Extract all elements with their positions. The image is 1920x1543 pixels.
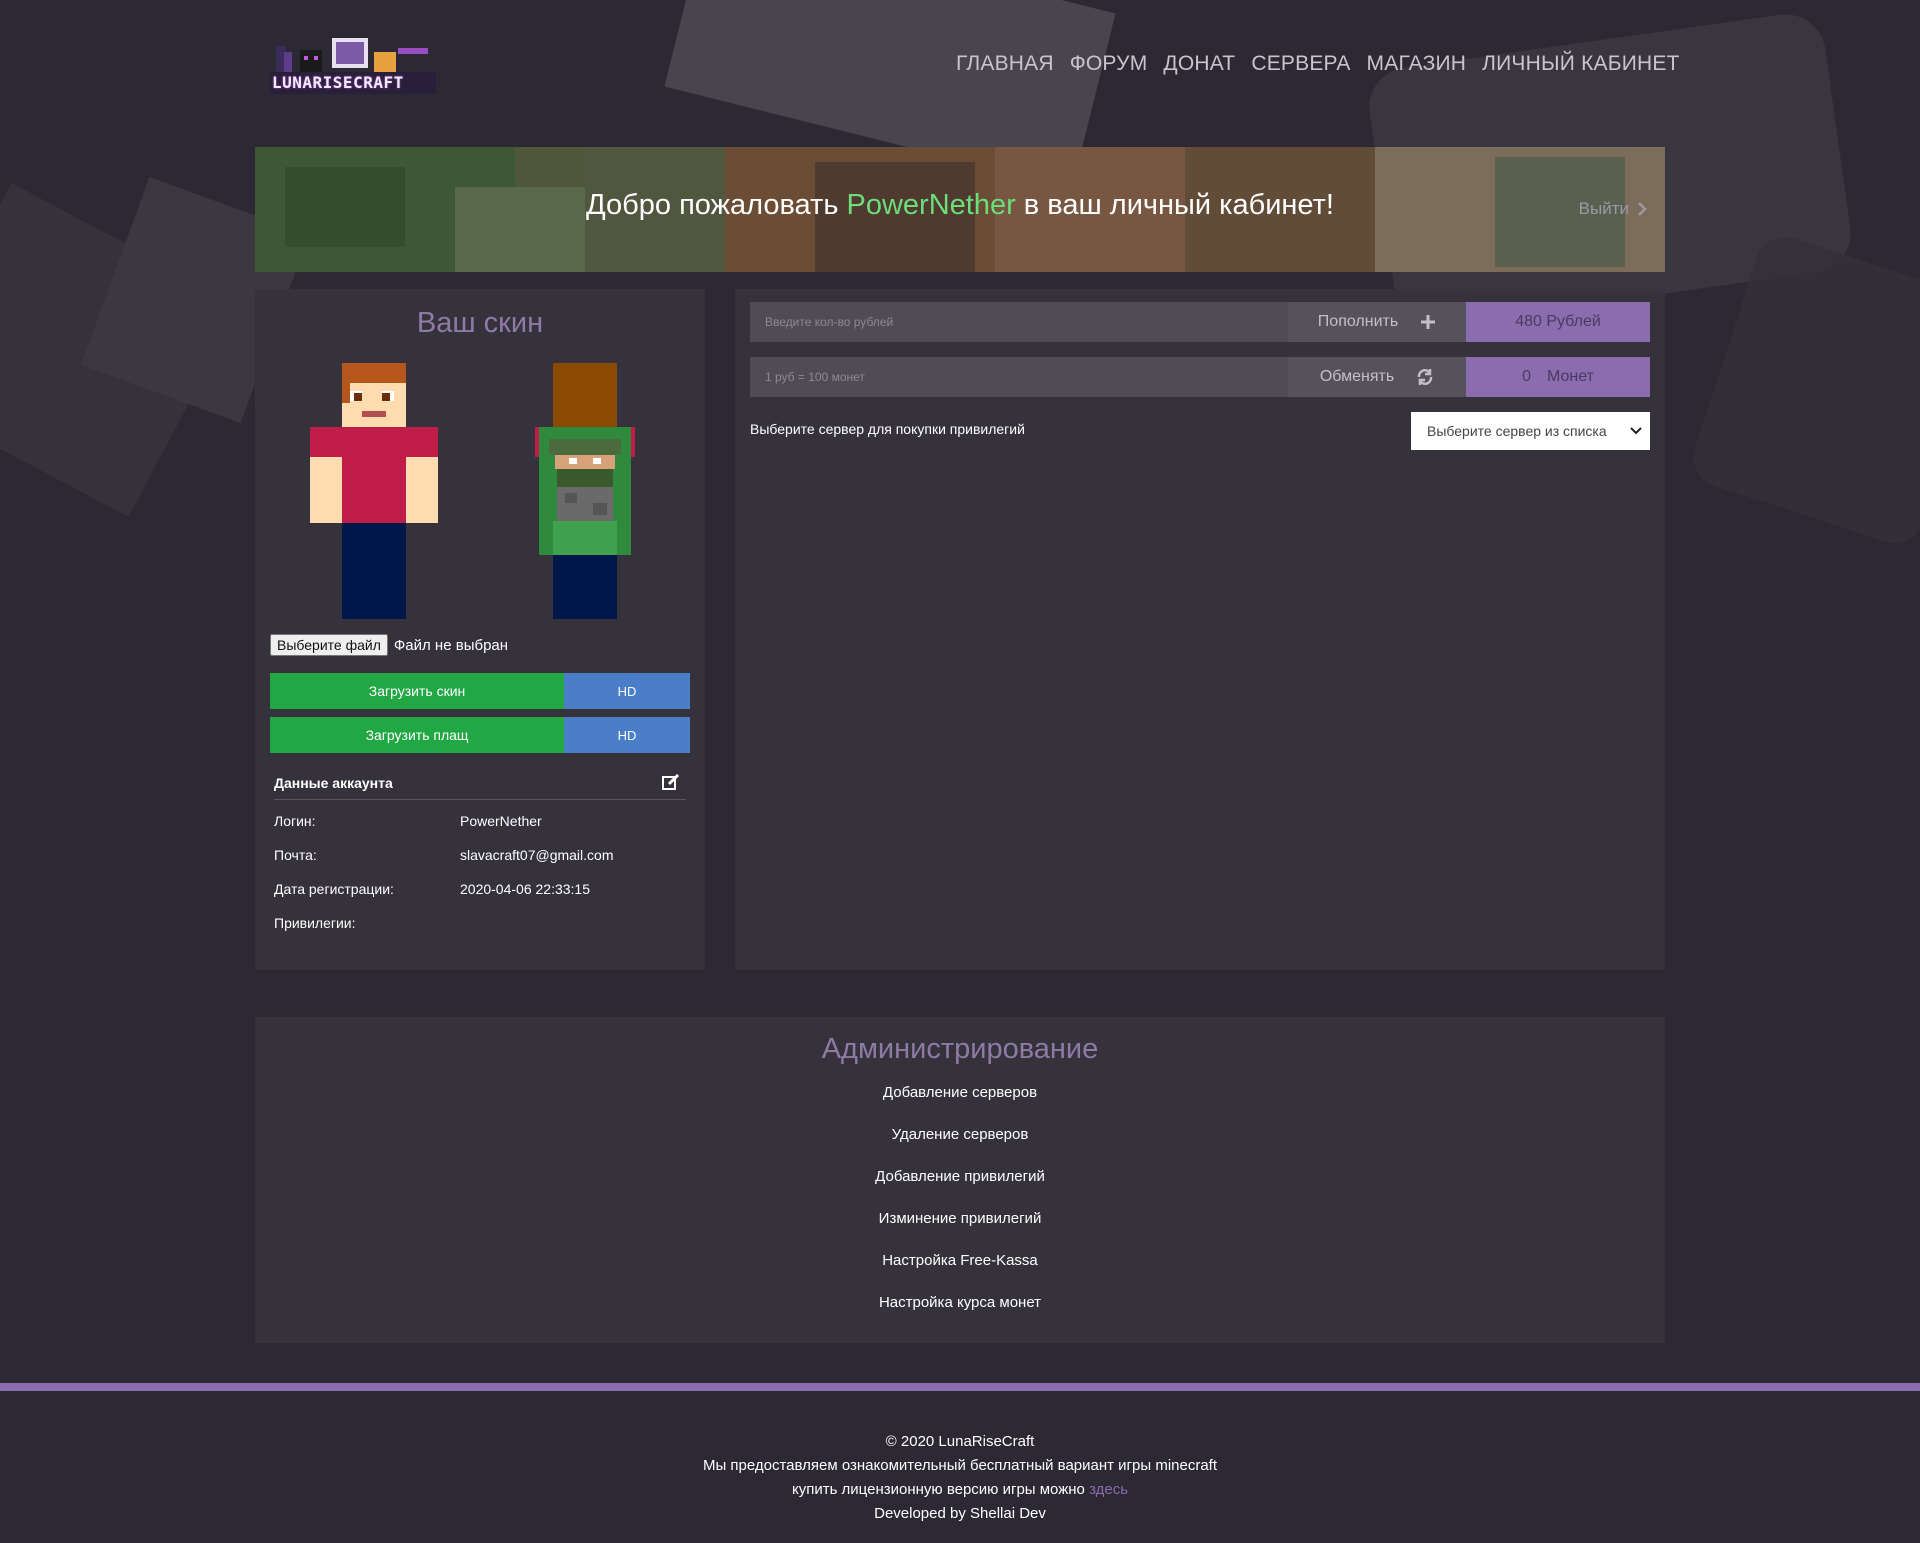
welcome-username: PowerNether — [846, 189, 1016, 221]
account-key: Логин: — [274, 813, 316, 829]
footer-line-2-text: купить лицензионную версию игры можно — [791, 1481, 1085, 1498]
account-value: 2020-04-06 22:33:15 — [460, 881, 590, 897]
background-shape — [1685, 229, 1920, 551]
footer-line-2: купить лицензионную версию игры можно зд… — [0, 1481, 1920, 1498]
logout-label: Выйти — [1578, 199, 1629, 218]
account-value: PowerNether — [460, 813, 542, 829]
skin-title: Ваш скин — [416, 307, 544, 339]
exchange-button[interactable]: Обменять — [1288, 357, 1466, 397]
nav-cabinet[interactable]: ЛИЧНЫЙ КАБИНЕТ — [1482, 52, 1679, 76]
nav-home[interactable]: ГЛАВНАЯ — [956, 52, 1054, 76]
account-row-login: Логин: PowerNether — [274, 813, 542, 829]
account-key: Привилегии: — [274, 915, 356, 931]
account-row-email: Почта: slavacraft07@gmail.com — [274, 847, 614, 863]
nav-servers[interactable]: СЕРВЕРА — [1251, 52, 1350, 76]
server-select-label: Выберите сервер для покупки привилегий — [750, 421, 1025, 437]
rubles-balance: 480 Рублей — [1466, 302, 1650, 342]
footer-divider — [0, 1383, 1920, 1391]
admin-link-edit-privileges[interactable]: Изминение привилегий — [255, 1210, 1665, 1227]
admin-link-freekassa[interactable]: Настройка Free-Kassa — [255, 1252, 1665, 1269]
upload-skin-hd-button[interactable]: HD — [564, 673, 690, 709]
upload-skin-row: Загрузить скин HD — [270, 673, 690, 709]
skin-back-preview — [535, 363, 635, 619]
balance-panel: Введите кол-во рублей Пополнить 480 Рубл… — [735, 289, 1665, 970]
admin-title: Администрирование — [821, 1033, 1099, 1065]
logout-link[interactable]: Выйти — [1579, 199, 1647, 219]
footer-developer-link[interactable]: Developed by Shellai Dev — [0, 1505, 1920, 1522]
upload-cloak-button[interactable]: Загрузить плащ — [270, 717, 564, 753]
topup-label: Пополнить — [1317, 313, 1399, 330]
skin-panel: Ваш скин Выберите файл Файл не выбран За… — [255, 289, 705, 970]
edit-icon[interactable] — [662, 773, 680, 791]
refresh-icon — [1417, 369, 1433, 385]
admin-link-add-servers[interactable]: Добавление серверов — [255, 1084, 1665, 1101]
welcome-text: Добро пожаловать PowerNether в ваш личны… — [255, 189, 1665, 222]
choose-file-button[interactable]: Выберите файл — [270, 634, 388, 656]
account-title: Данные аккаунта — [274, 775, 393, 791]
topup-input[interactable]: Введите кол-во рублей — [750, 302, 1288, 342]
upload-cloak-row: Загрузить плащ HD — [270, 717, 690, 753]
server-select[interactable]: Выберите сервер из списка — [1411, 412, 1650, 450]
account-key: Дата регистрации: — [274, 881, 394, 897]
file-status: Файл не выбран — [393, 636, 509, 654]
upload-cloak-hd-button[interactable]: HD — [564, 717, 690, 753]
chevron-right-icon — [1638, 202, 1647, 216]
plus-icon — [1421, 315, 1436, 329]
exchange-label: Обменять — [1319, 368, 1395, 385]
admin-link-remove-servers[interactable]: Удаление серверов — [255, 1126, 1665, 1143]
site-logo[interactable]: LUNARISECRAFT — [270, 38, 436, 96]
brand-wordmark: LUNARISECRAFT — [272, 73, 404, 92]
background-shape — [0, 183, 242, 517]
account-header: Данные аккаунта — [274, 773, 686, 800]
account-value: slavacraft07@gmail.com — [460, 847, 614, 863]
footer-copyright: © 2020 LunaRiseCraft — [885, 1433, 1035, 1450]
server-select-value: Выберите сервер из списка — [1427, 423, 1607, 439]
welcome-suffix: в ваш личный кабинет! — [1015, 189, 1334, 221]
admin-panel: Администрирование Добавление серверов Уд… — [255, 1017, 1665, 1343]
nav-forum[interactable]: ФОРУМ — [1070, 52, 1148, 76]
account-row-privileges: Привилегии: — [274, 915, 460, 931]
upload-skin-button[interactable]: Загрузить скин — [270, 673, 564, 709]
admin-link-coin-rate[interactable]: Настройка курса монет — [255, 1294, 1665, 1311]
welcome-banner: Добро пожаловать PowerNether в ваш личны… — [255, 147, 1665, 272]
footer-here-link[interactable]: здесь — [1089, 1481, 1128, 1498]
footer-line-1: Мы предоставляем ознакомительный бесплат… — [702, 1457, 1218, 1474]
coins-balance: 0 Монет — [1466, 357, 1650, 397]
account-key: Почта: — [274, 847, 317, 863]
topup-button[interactable]: Пополнить — [1288, 302, 1466, 342]
nav-shop[interactable]: МАГАЗИН — [1367, 52, 1467, 76]
coins-amount: 0 — [1522, 368, 1531, 385]
skin-front-preview — [310, 363, 438, 619]
main-nav: ГЛАВНАЯ ФОРУМ ДОНАТ СЕРВЕРА МАГАЗИН ЛИЧН… — [956, 52, 1680, 76]
welcome-prefix: Добро пожаловать — [586, 189, 847, 221]
chevron-down-icon — [1630, 427, 1642, 435]
coins-label: Монет — [1546, 368, 1594, 385]
file-picker: Выберите файл Файл не выбран — [270, 634, 508, 656]
exchange-input[interactable]: 1 руб = 100 монет — [750, 357, 1288, 397]
nav-donate[interactable]: ДОНАТ — [1163, 52, 1235, 76]
account-row-regdate: Дата регистрации: 2020-04-06 22:33:15 — [274, 881, 590, 897]
topup-row: Введите кол-во рублей Пополнить 480 Рубл… — [750, 302, 1650, 342]
exchange-row: 1 руб = 100 монет Обменять 0 Монет — [750, 357, 1650, 397]
admin-link-add-privileges[interactable]: Добавление привилегий — [255, 1168, 1665, 1185]
